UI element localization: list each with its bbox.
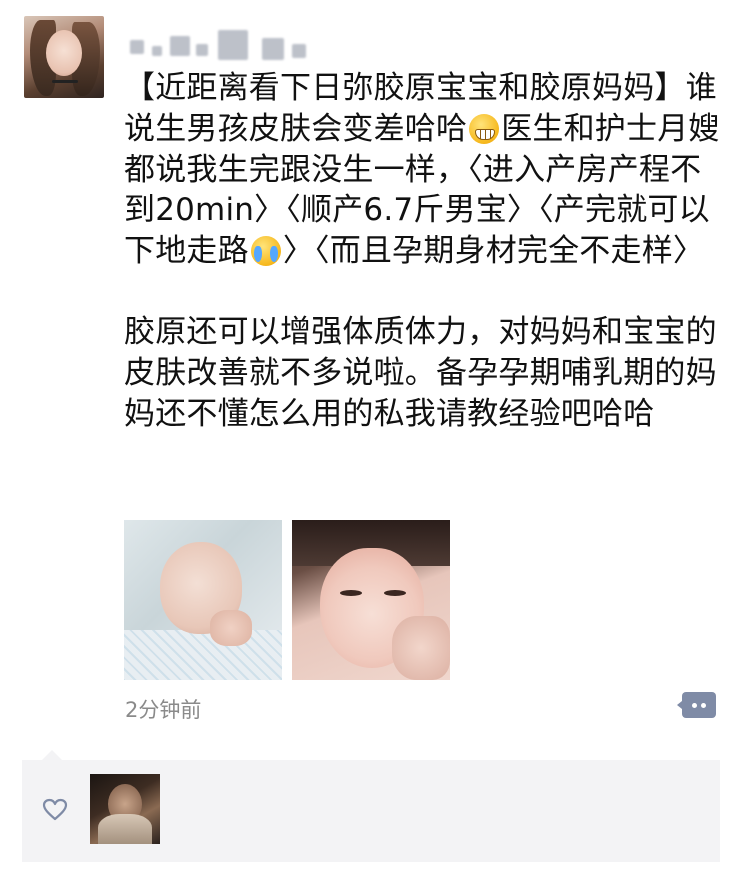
post-time: 2分钟前 xyxy=(125,698,202,722)
more-dot-2 xyxy=(701,703,706,708)
post-content: 【近距离看下日弥胶原宝宝和胶原妈妈】谁说生男孩皮肤会变差哈哈 医生和护士月嫂都说我… xyxy=(124,68,724,434)
likes-panel xyxy=(22,750,720,862)
mother-eye-right xyxy=(384,590,406,596)
author-name-blurred[interactable] xyxy=(126,26,326,62)
mother-fist xyxy=(392,616,450,680)
crying-laughing-emoji-icon xyxy=(250,236,281,267)
comment-more-icon[interactable] xyxy=(677,692,716,718)
moments-post: 【近距离看下日弥胶原宝宝和胶原妈妈】谁说生男孩皮肤会变差哈哈 医生和护士月嫂都说我… xyxy=(0,0,750,876)
post-paragraph-2: 胶原还可以增强体质体力，对妈妈和宝宝的皮肤改善就不多说啦。备孕孕期哺乳期的妈妈还… xyxy=(124,313,717,432)
liker-avatar-body xyxy=(98,814,152,844)
heart-icon xyxy=(42,798,68,821)
mother-eye-left xyxy=(340,590,362,596)
avatar-face xyxy=(46,30,82,76)
grimacing-emoji-icon xyxy=(469,113,500,144)
baby-hand xyxy=(210,610,252,646)
avatar-choker xyxy=(52,80,78,83)
author-avatar[interactable] xyxy=(24,16,104,98)
baby-blanket xyxy=(124,630,282,680)
mother-photo[interactable] xyxy=(292,520,450,680)
post-text-segment-3: 〉〈而且孕期身材完全不走样〉 xyxy=(282,233,705,270)
liker-avatar[interactable] xyxy=(90,774,160,844)
more-dot-1 xyxy=(692,703,697,708)
baby-photo[interactable] xyxy=(124,520,282,680)
post-paragraph-1: 【近距离看下日弥胶原宝宝和胶原妈妈】谁说生男孩皮肤会变差哈哈 医生和护士月嫂都说我… xyxy=(124,68,724,272)
